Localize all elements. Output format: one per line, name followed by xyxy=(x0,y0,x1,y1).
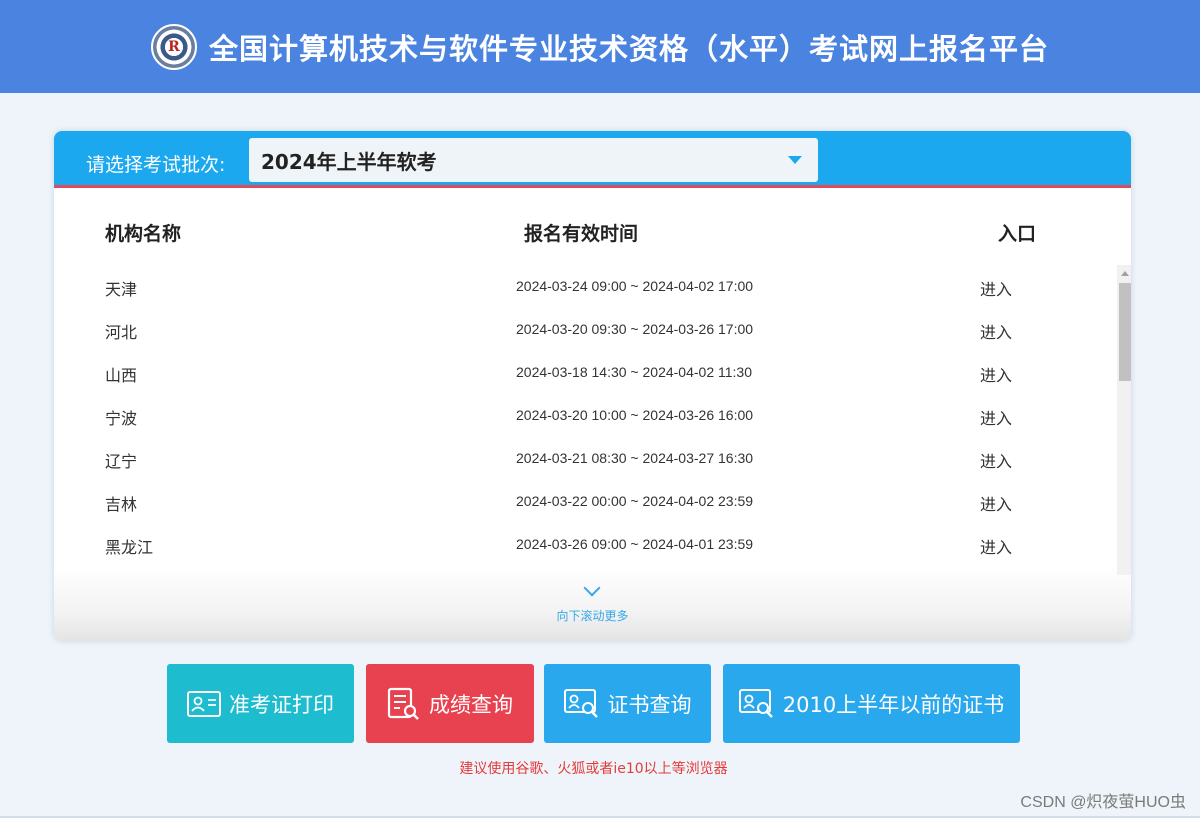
enter-link[interactable]: 进入 xyxy=(980,319,1012,343)
enter-link[interactable]: 进入 xyxy=(980,362,1012,386)
certificate-search-icon xyxy=(563,688,600,719)
registration-time: 2024-03-20 10:00 ~ 2024-03-26 16:00 xyxy=(516,407,754,423)
scroll-fade xyxy=(54,567,1131,641)
table-row: 辽宁 2024-03-21 08:30 ~ 2024-03-27 16:30 进… xyxy=(54,436,1116,479)
registration-time: 2024-03-20 09:30 ~ 2024-03-26 17:00 xyxy=(516,321,754,337)
browser-recommendation: 建议使用谷歌、火狐或者ie10以上等浏览器 xyxy=(459,761,728,777)
table-row: 黑龙江 2024-03-26 09:00 ~ 2024-04-01 23:59 … xyxy=(54,522,1116,565)
batch-selected-value: 2024年上半年软考 xyxy=(261,149,437,174)
admit-card-print-button[interactable]: 准考证打印 xyxy=(167,664,354,743)
score-query-label: 成绩查询 xyxy=(429,692,513,717)
enter-link[interactable]: 进入 xyxy=(980,405,1012,429)
registration-time: 2024-03-24 09:00 ~ 2024-04-02 17:00 xyxy=(516,278,754,294)
score-query-button[interactable]: 成绩查询 xyxy=(366,664,534,743)
org-name: 天津 xyxy=(105,280,138,299)
batch-label: 请选择考试批次: xyxy=(86,154,226,176)
column-header-entry: 入口 xyxy=(998,223,1037,245)
old-certificate-button[interactable]: 2010上半年以前的证书 xyxy=(723,664,1020,743)
org-name: 河北 xyxy=(105,323,138,342)
registration-panel: 请选择考试批次: 2024年上半年软考 机构名称 报名有效时间 入口 天津 20… xyxy=(54,131,1131,641)
source-watermark: CSDN @炽夜萤HUO虫 xyxy=(1020,794,1186,811)
table-row: 宁波 2024-03-20 10:00 ~ 2024-03-26 16:00 进… xyxy=(54,393,1116,436)
enter-link[interactable]: 进入 xyxy=(980,448,1012,472)
registration-time: 2024-03-26 09:00 ~ 2024-04-01 23:59 xyxy=(516,536,754,552)
enter-link[interactable]: 进入 xyxy=(980,534,1012,558)
enter-link[interactable]: 进入 xyxy=(980,491,1012,515)
column-header-time: 报名有效时间 xyxy=(524,223,639,245)
caret-down-icon xyxy=(788,156,802,164)
certificate-query-label: 证书查询 xyxy=(607,692,692,717)
org-name: 辽宁 xyxy=(105,452,138,471)
batch-selector-bar: 请选择考试批次: 2024年上半年软考 xyxy=(54,131,1131,188)
scroll-more-hint[interactable]: 向下滚动更多 xyxy=(54,607,1131,624)
site-header: R 全国计算机技术与软件专业技术资格（水平）考试网上报名平台 xyxy=(0,0,1200,93)
column-header-org: 机构名称 xyxy=(105,223,182,245)
list-scrollbar[interactable] xyxy=(1117,265,1131,575)
site-title: 全国计算机技术与软件专业技术资格（水平）考试网上报名平台 xyxy=(208,31,1049,66)
table-row: 河北 2024-03-20 09:30 ~ 2024-03-26 17:00 进… xyxy=(54,307,1116,350)
certificate-search-icon xyxy=(738,688,775,719)
registration-time: 2024-03-18 14:30 ~ 2024-04-02 11:30 xyxy=(516,364,752,380)
document-search-icon xyxy=(387,687,421,721)
table-row: 天津 2024-03-24 09:00 ~ 2024-04-02 17:00 进… xyxy=(54,264,1116,307)
registration-time: 2024-03-22 00:00 ~ 2024-04-02 23:59 xyxy=(516,493,754,509)
registration-time: 2024-03-21 08:30 ~ 2024-03-27 16:30 xyxy=(516,450,754,466)
table-row: 吉林 2024-03-22 00:00 ~ 2024-04-02 23:59 进… xyxy=(54,479,1116,522)
old-certificate-label: 2010上半年以前的证书 xyxy=(782,692,1005,717)
org-name: 宁波 xyxy=(105,409,138,428)
id-card-icon xyxy=(187,690,221,717)
org-name: 吉林 xyxy=(105,495,138,514)
org-name: 黑龙江 xyxy=(105,538,154,557)
certificate-query-button[interactable]: 证书查询 xyxy=(544,664,711,743)
scroll-thumb[interactable] xyxy=(1119,283,1131,381)
admit-card-print-label: 准考证打印 xyxy=(229,692,334,717)
scroll-up-arrow-icon[interactable] xyxy=(1121,271,1129,276)
org-name: 山西 xyxy=(105,366,138,385)
table-row: 山西 2024-03-18 14:30 ~ 2024-04-02 11:30 进… xyxy=(54,350,1116,393)
batch-select[interactable]: 2024年上半年软考 xyxy=(249,138,818,182)
enter-link[interactable]: 进入 xyxy=(980,276,1012,300)
exam-logo: R xyxy=(150,23,197,70)
org-list: 天津 2024-03-24 09:00 ~ 2024-04-02 17:00 进… xyxy=(54,264,1116,574)
